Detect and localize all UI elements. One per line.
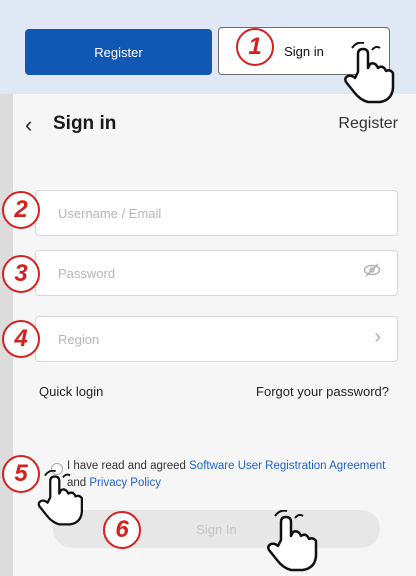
tap-hand-icon (267, 510, 318, 572)
tap-hand-icon (344, 42, 395, 104)
register-button[interactable]: Register (25, 29, 212, 75)
forgot-password-link[interactable]: Forgot your password? (256, 384, 389, 399)
step-badge-6: 6 (103, 511, 141, 549)
step-badge-4: 4 (2, 320, 40, 358)
step-badge-1: 1 (236, 28, 274, 66)
back-chevron-icon[interactable]: ‹ (25, 112, 32, 138)
username-placeholder: Username / Email (58, 205, 162, 221)
region-field[interactable]: Region › (35, 316, 398, 362)
agreement-text: I have read and agreed Software User Reg… (67, 458, 397, 492)
region-placeholder: Region (58, 331, 100, 347)
privacy-policy-link[interactable]: Privacy Policy (89, 477, 161, 489)
user-agreement-link[interactable]: Software User Registration Agreement (189, 460, 385, 472)
password-placeholder: Password (58, 265, 116, 281)
quick-login-link[interactable]: Quick login (39, 384, 103, 399)
step-badge-3: 3 (2, 255, 40, 293)
step-badge-2: 2 (2, 191, 40, 229)
password-field[interactable]: Password (35, 250, 398, 296)
page-title: Sign in (53, 113, 117, 134)
chevron-right-icon: › (374, 326, 381, 348)
tap-hand-icon (37, 470, 83, 526)
header-register-link[interactable]: Register (338, 115, 398, 133)
username-field[interactable]: Username / Email (35, 190, 398, 236)
eye-hidden-icon[interactable] (363, 263, 381, 282)
